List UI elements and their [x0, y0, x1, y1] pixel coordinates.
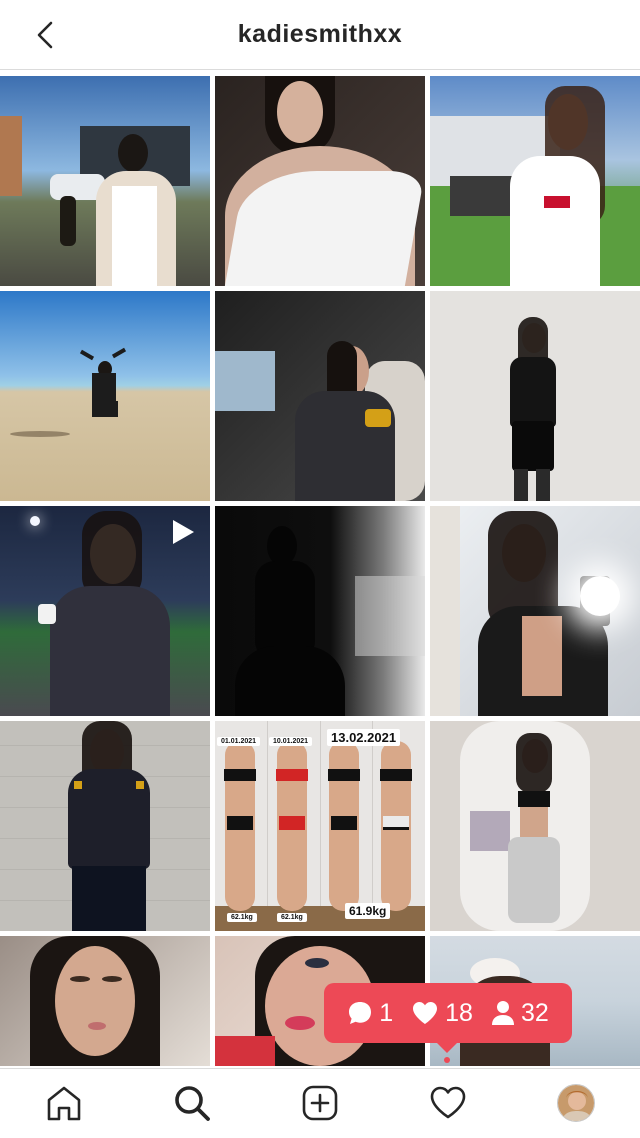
bottom-navigation — [0, 1057, 640, 1138]
post-tile-7[interactable] — [0, 506, 210, 716]
posts-grid: 01.01.2021 10.01.2021 13.02.2021 62.1kg … — [0, 76, 640, 1066]
progress-date-3: 13.02.2021 — [327, 729, 401, 746]
back-button[interactable] — [28, 18, 62, 52]
post-tile-9[interactable] — [430, 506, 640, 716]
progress-weight-1: 62.1kg — [227, 913, 257, 922]
nav-search[interactable] — [172, 1083, 212, 1123]
add-post-icon — [302, 1085, 338, 1121]
home-icon — [47, 1086, 81, 1121]
chevron-left-icon — [37, 21, 53, 49]
post-tile-13[interactable] — [0, 936, 210, 1066]
progress-weight-3: 61.9kg — [345, 903, 391, 919]
post-tile-1[interactable] — [0, 76, 210, 286]
post-tile-3[interactable] — [430, 76, 640, 286]
like-count: 18 — [411, 999, 473, 1028]
nav-activity[interactable] — [428, 1083, 468, 1123]
bubble-pointer — [436, 1042, 458, 1053]
heart-filled-icon — [413, 1002, 438, 1024]
post-tile-2[interactable] — [215, 76, 425, 286]
comment-count-value: 1 — [379, 998, 394, 1027]
video-play-icon — [173, 520, 194, 544]
like-count-value: 18 — [445, 998, 473, 1027]
activity-notification-bubble[interactable]: 1 18 32 — [324, 983, 572, 1053]
nav-add-post[interactable] — [300, 1083, 340, 1123]
nav-profile[interactable] — [556, 1083, 596, 1123]
progress-weight-2: 62.1kg — [277, 913, 307, 922]
post-tile-8[interactable] — [215, 506, 425, 716]
comment-icon — [349, 1002, 372, 1024]
search-icon — [175, 1086, 210, 1121]
profile-username: kadiesmithxx — [237, 20, 403, 48]
nav-home[interactable] — [44, 1083, 84, 1123]
post-tile-10[interactable] — [0, 721, 210, 931]
heart-icon — [430, 1086, 466, 1119]
person-icon — [491, 1001, 514, 1025]
progress-date-1: 01.01.2021 — [217, 737, 261, 746]
top-bar: kadiesmithxx — [0, 0, 640, 70]
post-tile-12[interactable] — [430, 721, 640, 931]
post-tile-5[interactable] — [215, 291, 425, 501]
progress-date-2: 10.01.2021 — [269, 737, 313, 746]
follower-count-value: 32 — [520, 998, 549, 1027]
profile-avatar — [557, 1084, 595, 1122]
comment-count: 1 — [347, 999, 393, 1028]
post-tile-6[interactable] — [430, 291, 640, 501]
post-tile-11[interactable]: 01.01.2021 10.01.2021 13.02.2021 62.1kg … — [215, 721, 425, 931]
activity-notification-dot — [444, 1057, 450, 1063]
post-tile-4[interactable] — [0, 291, 210, 501]
follower-count: 32 — [491, 999, 549, 1028]
